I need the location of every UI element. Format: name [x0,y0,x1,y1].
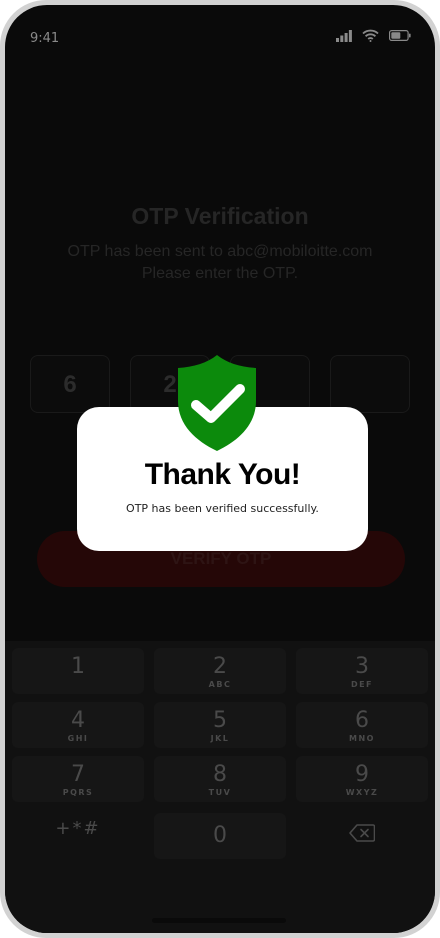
status-bar: 9:41 [5,5,435,75]
shield-check-icon [178,355,256,451]
key-9[interactable]: 9 WXYZ [296,756,428,802]
modal-message: OTP has been verified successfully. [126,502,319,515]
numeric-keypad: 1 2 ABC 3 DEF 4 GHI 5 JKL 6 MNO 7 PQRS 8… [5,641,435,933]
home-indicator [152,918,286,923]
key-2-number: 2 [213,654,227,679]
key-4-number: 4 [71,708,85,733]
key-5[interactable]: 5 JKL [154,702,286,748]
key-symbols[interactable]: +*# [12,810,144,856]
key-0-number: 0 [213,823,227,848]
phone-frame: 9:41 OTP Verification OTP has been sent … [0,0,440,938]
modal-title: Thank You! [144,458,301,491]
battery-icon [389,30,411,41]
screen: 9:41 OTP Verification OTP has been sent … [5,5,435,933]
key-1-number: 1 [71,654,85,679]
key-5-letters: JKL [210,734,230,743]
page-title: OTP Verification [131,203,309,229]
key-5-number: 5 [213,708,227,733]
wifi-icon [362,29,379,42]
otp-subtitle-line2: Please enter the OTP. [141,265,299,282]
key-4[interactable]: 4 GHI [12,702,144,748]
key-3-number: 3 [355,654,369,679]
key-symbols-label: +*# [55,818,101,839]
key-0[interactable]: 0 [154,813,286,859]
otp-subtitle-line1: OTP has been sent to abc@mobiloitte.com [67,243,373,260]
key-3[interactable]: 3 DEF [296,648,428,694]
key-3-letters: DEF [350,680,374,689]
signal-icon [336,29,352,42]
status-time: 9:41 [30,31,60,46]
delete-key[interactable] [296,810,428,856]
otp-subtitle: OTP has been sent to abc@mobiloitte.com … [5,241,435,285]
key-8-letters: TUV [208,788,232,797]
otp-digit-1[interactable]: 6 [30,355,110,413]
key-2-letters: ABC [208,680,232,689]
backspace-icon [349,824,376,842]
key-7[interactable]: 7 PQRS [12,756,144,802]
status-icons [336,29,411,42]
key-6-number: 6 [355,708,369,733]
key-9-letters: WXYZ [345,788,379,797]
key-2[interactable]: 2 ABC [154,648,286,694]
otp-digit-4[interactable] [330,355,410,413]
key-8-number: 8 [213,762,227,787]
key-6[interactable]: 6 MNO [296,702,428,748]
key-7-number: 7 [71,762,85,787]
key-1[interactable]: 1 [12,648,144,694]
key-7-letters: PQRS [62,788,94,797]
key-8[interactable]: 8 TUV [154,756,286,802]
key-6-letters: MNO [349,734,375,743]
key-9-number: 9 [355,762,369,787]
key-4-letters: GHI [67,734,89,743]
